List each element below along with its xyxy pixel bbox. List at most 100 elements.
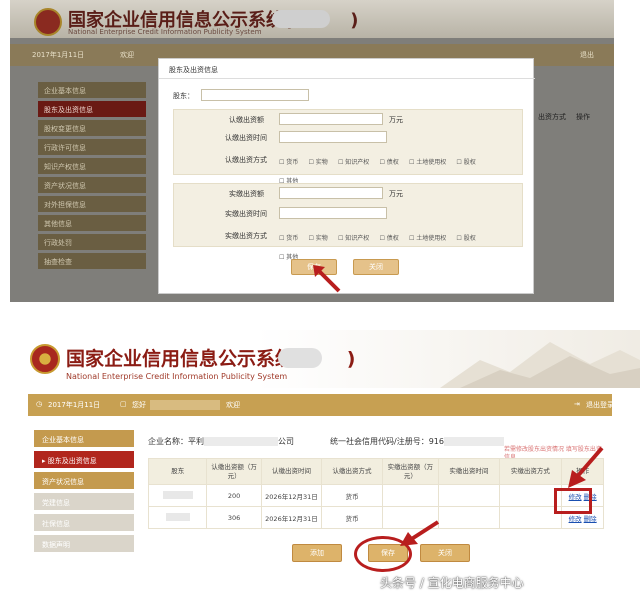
red-arrow-icon (568, 446, 604, 488)
user-greeting: 您好 (132, 401, 146, 409)
credit-code: 统一社会信用代码/注册号：916 (330, 436, 504, 447)
checkbox[interactable]: ☐ 股权 (456, 159, 475, 166)
time-cell: 2026年12月31日 (260, 484, 323, 507)
col-header: 实缴出资时间 (438, 458, 500, 485)
checkbox[interactable]: ☐ 土地使用权 (409, 235, 446, 242)
sidebar-item[interactable]: 其他信息 (38, 215, 146, 231)
system-subtitle: National Enterprise Credit Information P… (66, 372, 288, 381)
checkbox[interactable]: ☐ 实物 (308, 159, 327, 166)
method-cell: 货币 (321, 506, 383, 529)
checkbox[interactable]: ☐ 实物 (308, 235, 327, 242)
sidebar-item-active[interactable]: 股东及出资信息 (38, 101, 146, 117)
info-bar: ◷ 2017年1月11日 ▢ 您好 欢迎 ⇥ 退出登录 (28, 394, 614, 416)
col-header: 认缴出资额（万元） (206, 458, 262, 485)
act-amount-label: 实缴出资额 (229, 190, 264, 198)
sub-time-label: 认缴出资时间 (225, 134, 267, 142)
edit-link[interactable]: 修改 (569, 515, 582, 523)
amount-cell: 200 (206, 484, 262, 507)
sub-amount-input[interactable] (279, 113, 383, 125)
sub-method-label: 认缴出资方式 (225, 156, 267, 164)
col-header: 实缴出资方式 (498, 458, 563, 485)
user-icon: ▢ (120, 400, 127, 408)
col-header: 认缴出资方式 (321, 458, 383, 485)
empty-cell (381, 484, 440, 507)
system-subtitle: National Enterprise Credit Information P… (68, 28, 262, 36)
sidebar-item[interactable]: 对外担保信息 (38, 196, 146, 212)
mountain-background-icon (440, 342, 640, 388)
logout-link[interactable]: 退出登录 (586, 400, 614, 410)
act-method-checkboxes: ☐ 货币 ☐ 实物 ☐ 知识产权 ☐ 债权 ☐ 土地使用权 ☐ 股权 ☐ 其他 (279, 225, 515, 263)
shareholder-input[interactable] (201, 89, 309, 101)
act-amount-input[interactable] (279, 187, 383, 199)
empty-cell (498, 506, 563, 529)
bg-table-header: 出资方式 (538, 113, 566, 121)
amount-cell: 306 (206, 506, 262, 529)
sidebar-item-basic-info[interactable]: 企业基本信息 (34, 430, 134, 447)
shareholder-cell (147, 484, 208, 507)
sidebar-item[interactable]: 企业基本信息 (38, 82, 146, 98)
sidebar-item-social-security[interactable]: 社保信息 (34, 514, 134, 531)
sidebar: 企业基本信息 ▸ 股东及出资信息 资产状况信息 党建信息 社保信息 数据声明 (34, 430, 134, 556)
sidebar-item[interactable]: 行政处罚 (38, 234, 146, 250)
empty-cell (438, 506, 500, 529)
unit-label: 万元 (389, 116, 403, 124)
redacted-region (272, 10, 330, 28)
checkbox[interactable]: ☐ 土地使用权 (409, 159, 446, 166)
checkbox[interactable]: ☐ 知识产权 (338, 235, 369, 242)
logout-link[interactable]: 退出 (580, 50, 594, 60)
checkbox[interactable]: ☐ 股权 (456, 235, 475, 242)
table-header-row: 股东 认缴出资额（万元） 认缴出资时间 认缴出资方式 实缴出资额（万元） 实缴出… (147, 458, 604, 485)
table-row: 200 2026年12月31日 货币 修改 删除 (147, 484, 604, 507)
shareholder-table: 股东 认缴出资额（万元） 认缴出资时间 认缴出资方式 实缴出资额（万元） 实缴出… (147, 458, 604, 529)
screenshot-dimmed-dialog: 国家企业信用信息公示系统() National Enterprise Credi… (10, 0, 614, 302)
national-emblem-icon (34, 8, 62, 36)
time-cell: 2026年12月31日 (260, 506, 323, 529)
sidebar-item[interactable]: 知识产权信息 (38, 158, 146, 174)
act-time-input[interactable] (279, 207, 387, 219)
checkbox[interactable]: ☐ 知识产权 (338, 159, 369, 166)
shareholder-label: 股东： (173, 92, 194, 100)
shareholder-cell (147, 506, 208, 529)
sub-amount-label: 认缴出资额 (229, 116, 264, 124)
method-cell: 货币 (321, 484, 383, 507)
sidebar-item-party[interactable]: 党建信息 (34, 493, 134, 510)
watermark-text: 头条号 / 宣化电商服务中心 (380, 576, 524, 590)
red-arrow-icon (400, 520, 440, 546)
national-emblem-icon (30, 344, 60, 374)
redacted-region (278, 348, 322, 368)
sidebar-item[interactable]: 资产状况信息 (38, 177, 146, 193)
checkbox[interactable]: ☐ 货币 (279, 235, 298, 242)
checkbox[interactable]: ☐ 货币 (279, 159, 298, 166)
col-header: 认缴出资时间 (260, 458, 323, 485)
act-method-label: 实缴出资方式 (225, 232, 267, 240)
col-header: 股东 (147, 458, 208, 485)
unit-label: 万元 (389, 190, 403, 198)
table-row: 306 2026年12月31日 货币 修改 删除 (147, 506, 604, 529)
date-text: 2017年1月11日 (32, 51, 85, 59)
add-button[interactable]: 添加 (292, 544, 342, 562)
sidebar-item[interactable]: 抽查检查 (38, 253, 146, 269)
bg-table-header: 操作 (576, 113, 590, 121)
empty-cell (438, 484, 500, 507)
clock-icon: ◷ (36, 400, 43, 408)
checkbox[interactable]: ☐ 债权 (379, 159, 398, 166)
sidebar-item[interactable]: 股权变更信息 (38, 120, 146, 136)
sidebar-item[interactable]: 行政许可信息 (38, 139, 146, 155)
checkbox[interactable]: ☐ 债权 (379, 235, 398, 242)
shareholder-dialog: 股东及出资信息 股东： 认缴出资额 万元 认缴出资时间 认缴出资方式 ☐ 货币 … (158, 58, 535, 294)
user-text: 欢迎 (120, 51, 134, 59)
sub-time-input[interactable] (279, 131, 387, 143)
close-button[interactable]: 关闭 (353, 259, 399, 275)
welcome-text: 欢迎 (226, 401, 240, 409)
red-arrow-icon (313, 265, 341, 293)
sidebar-item-shareholder[interactable]: ▸ 股东及出资信息 (34, 451, 134, 468)
sidebar-item-assets[interactable]: 资产状况信息 (34, 472, 134, 489)
logout-icon[interactable]: ⇥ (574, 400, 580, 408)
company-name: 企业名称：平利 公司 (148, 437, 294, 446)
act-time-label: 实缴出资时间 (225, 210, 267, 218)
sub-method-checkboxes: ☐ 货币 ☐ 实物 ☐ 知识产权 ☐ 债权 ☐ 土地使用权 ☐ 股权 ☐ 其他 (279, 149, 515, 187)
date-text: 2017年1月11日 (48, 401, 101, 409)
delete-link[interactable]: 删除 (584, 515, 597, 523)
col-header: 实缴出资额（万元） (381, 458, 440, 485)
sidebar-item-declaration[interactable]: 数据声明 (34, 535, 134, 552)
